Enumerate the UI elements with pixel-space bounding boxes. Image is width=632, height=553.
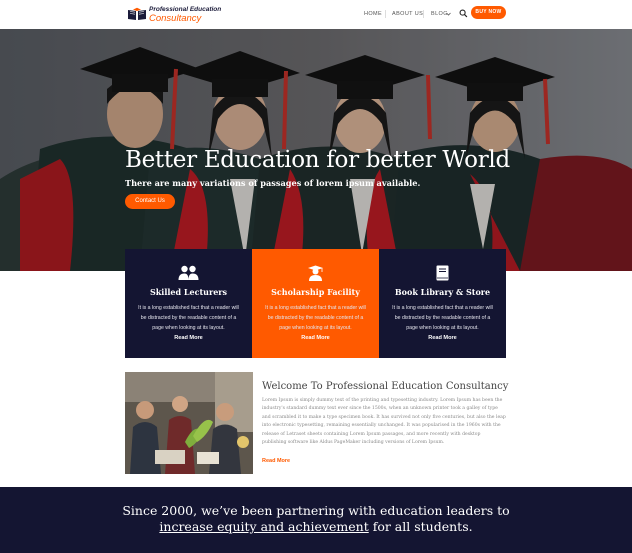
book-icon (436, 265, 449, 281)
welcome-heading: Welcome To Professional Education Consul… (262, 381, 509, 392)
nav-divider (385, 10, 386, 18)
feature-title: Book Library & Store (394, 287, 491, 297)
feature-scholarship-facility: Scholarship Facility It is a long establ… (252, 249, 379, 358)
feature-boxes: Skilled Lecturers It is a long establish… (125, 249, 506, 358)
mission-line-1: Since 2000, we’ve been partnering with e… (122, 503, 510, 518)
feature-book-library: Book Library & Store It is a long establ… (379, 249, 506, 358)
welcome-read-more-link[interactable]: Read More (262, 458, 290, 464)
users-icon (178, 265, 199, 280)
mission-line-2: increase equity and achievement for all … (0, 519, 632, 534)
nav-home[interactable]: HOME (364, 11, 382, 17)
feature-description: It is a long established fact that a rea… (138, 305, 239, 331)
site-logo[interactable]: Professional Education Consultancy (127, 5, 237, 25)
graduate-icon (308, 265, 323, 281)
mission-line-2-rest: for all students. (368, 519, 473, 534)
hero-subtitle: There are many variations of passages of… (125, 178, 421, 188)
mission-highlight: increase equity and achievement (159, 519, 369, 534)
read-more-link[interactable]: Read More (125, 335, 252, 341)
hero-title: Better Education for better World (125, 147, 510, 173)
feature-skilled-lecturers: Skilled Lecturers It is a long establish… (125, 249, 252, 358)
students-library-image (125, 372, 253, 474)
feature-description: It is a long established fact that a rea… (392, 305, 493, 331)
welcome-paragraph: Lorem Ipsum is simply dummy text of the … (262, 398, 506, 446)
students-photo (125, 372, 253, 474)
nav-divider (423, 10, 424, 18)
mission-band: Since 2000, we’ve been partnering with e… (0, 487, 632, 553)
read-more-link[interactable]: Read More (379, 335, 506, 341)
search-icon[interactable] (459, 9, 468, 18)
feature-title: Skilled Lecturers (149, 287, 228, 297)
logo-text-top: Professional Education (149, 6, 222, 13)
open-book-logo-icon (128, 7, 146, 20)
nav-about-us[interactable]: ABOUT US (392, 11, 423, 17)
feature-title: Scholarship Facility (271, 287, 360, 297)
hero-section: Better Education for better World There … (0, 29, 632, 271)
buy-now-button[interactable]: BUY NOW (471, 6, 506, 19)
contact-us-button[interactable]: Contact Us (125, 194, 175, 209)
chevron-down-icon[interactable] (446, 12, 451, 16)
site-header: Professional Education Consultancy HOME … (0, 0, 632, 29)
feature-description: It is a long established fact that a rea… (265, 305, 366, 331)
logo-text-bottom: Consultancy (149, 13, 202, 24)
read-more-link[interactable]: Read More (252, 335, 379, 341)
